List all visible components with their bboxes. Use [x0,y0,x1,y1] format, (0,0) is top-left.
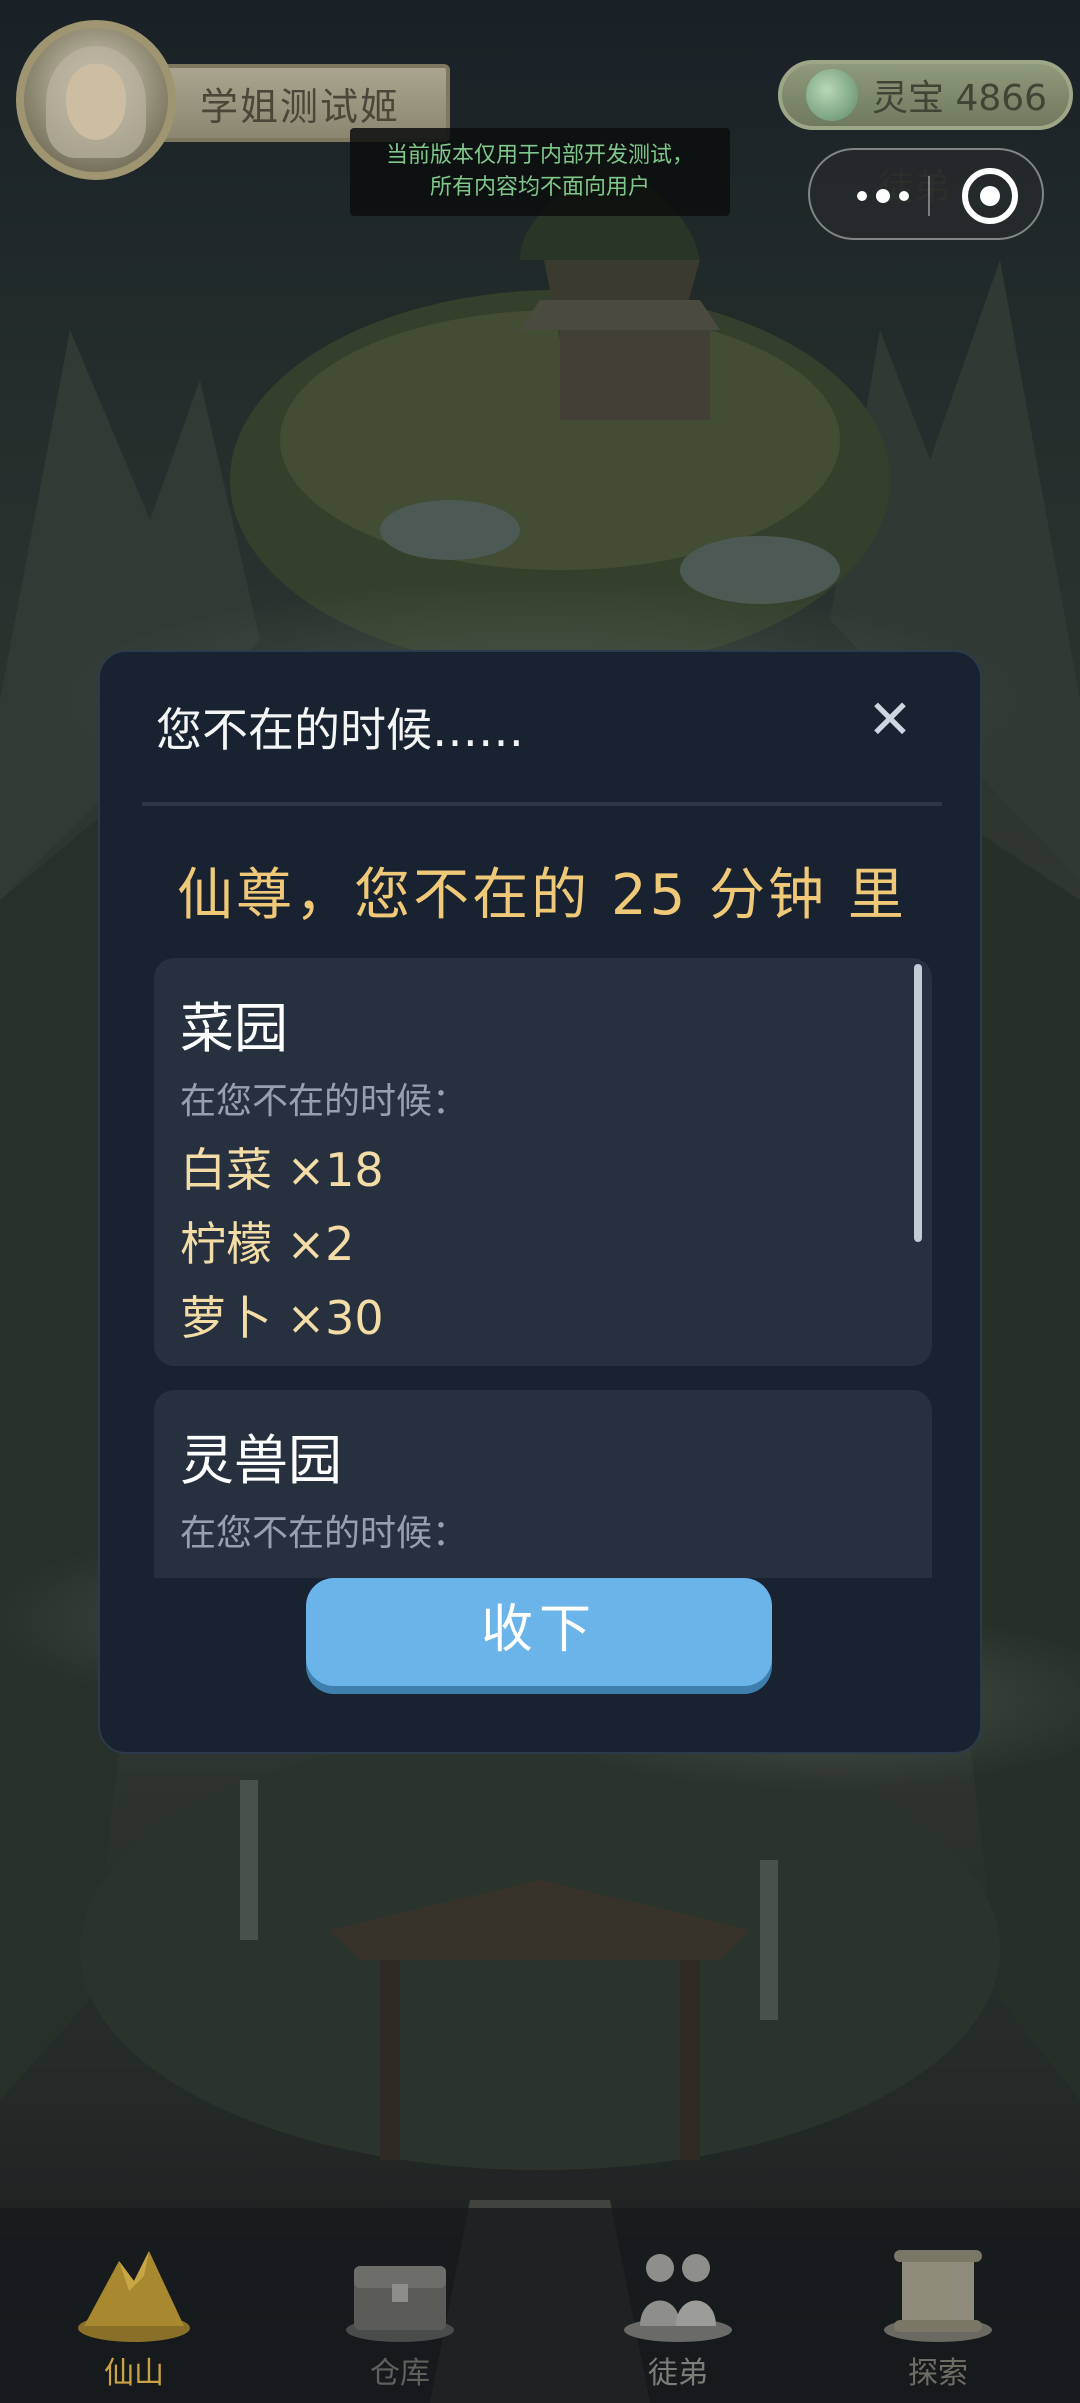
player-name: 学姐测试姬 [199,84,400,129]
reward-card-title: 菜园 [180,997,288,1060]
nav-label: 探索 [908,2356,968,2391]
dev-notice-line2: 所有内容均不面向用户 [429,175,650,200]
nav-item-warehouse[interactable]: 仓库 [300,2208,500,2403]
modal-title: 您不在的时候…… [156,703,524,757]
reward-card-subtitle: 在您不在的时候： [180,1513,469,1554]
nav-label: 仓库 [370,2356,430,2391]
avatar-face [66,64,126,140]
reward-item: 白菜 ×18 [180,1143,384,1197]
chest-icon [346,2266,454,2342]
dev-notice: 当前版本仅用于内部开发测试， 所有内容均不面向用户 [350,128,730,216]
nav-label: 仙山 [104,2356,164,2391]
dev-notice-line1: 当前版本仅用于内部开发测试， [385,143,694,168]
disciples-icon [624,2254,732,2342]
reward-card-subtitle: 在您不在的时候： [180,1081,469,1122]
capsule-divider [928,176,930,216]
mountain-icon [78,2251,190,2342]
reward-item: 柠檬 ×2 [180,1217,355,1271]
avatar[interactable] [16,20,176,180]
nav-item-explore[interactable]: 探索 [838,2208,1038,2403]
bottom-nav: 仙山 仓库 徒弟 探索 [0,2208,1080,2403]
close-icon[interactable]: ✕ [858,688,922,752]
scroll-icon [884,2250,992,2342]
currency-display: 灵宝 4866 [778,60,1073,130]
reward-card-spirit-beast: 灵兽园 在您不在的时候： [154,1390,932,1578]
mini-program-capsule [808,148,1044,240]
jade-icon [806,69,858,121]
offline-duration-headline: 仙尊，您不在的 25 分钟 里 [177,863,907,928]
nav-item-disciples[interactable]: 徒弟 [578,2208,778,2403]
more-dots-icon[interactable] [838,174,928,218]
target-close-icon[interactable] [962,168,1018,224]
reward-item: 萝卜 ×30 [180,1291,384,1345]
scrollbar[interactable] [914,964,922,1242]
rewards-scroll-list[interactable]: 菜园 在您不在的时候： 白菜 ×18 柠檬 ×2 萝卜 ×30 灵兽园 在您不在… [154,958,932,1578]
nav-label: 徒弟 [648,2356,708,2391]
modal-divider [142,802,942,806]
nav-item-mountain[interactable]: 仙山 [34,2208,234,2403]
reward-card-title: 灵兽园 [180,1429,342,1492]
reward-card-garden: 菜园 在您不在的时候： 白菜 ×18 柠檬 ×2 萝卜 ×30 [154,958,932,1366]
currency-label: 灵宝 4866 [872,78,1048,119]
accept-button[interactable]: 收下 [306,1578,772,1686]
